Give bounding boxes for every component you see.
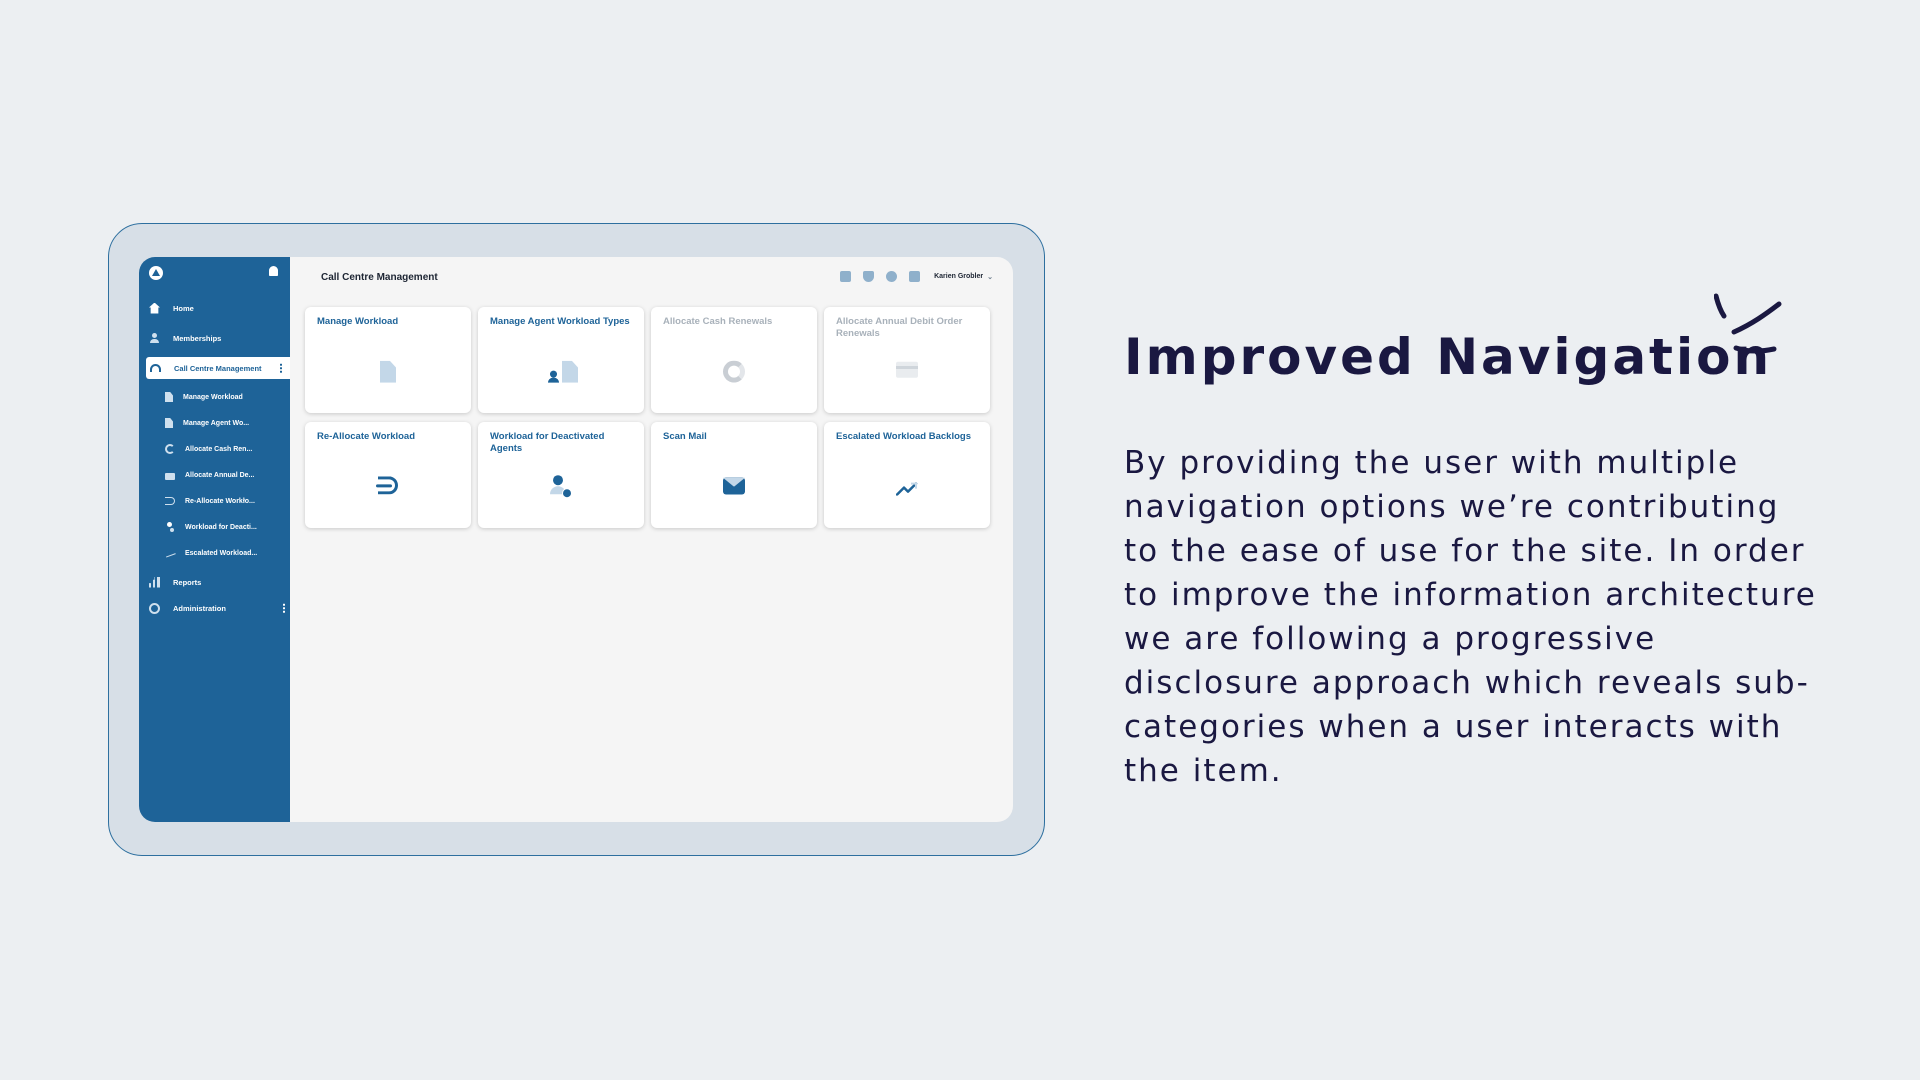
- sidebar-subitem-label: Workload for Deacti...: [185, 523, 257, 531]
- document-person-icon: [548, 360, 578, 383]
- tile-manage-workload[interactable]: Manage Workload: [305, 307, 471, 413]
- document-icon: [165, 392, 173, 402]
- tile-workload-deactivated-agents[interactable]: Workload for Deactivated Agents: [478, 422, 644, 528]
- document-icon: [380, 360, 396, 383]
- swap-icon: [165, 497, 175, 505]
- tile-scan-mail[interactable]: Scan Mail: [651, 422, 817, 528]
- ring-icon: [723, 360, 745, 383]
- bar-chart-icon: [149, 576, 160, 588]
- globe-icon[interactable]: [886, 271, 898, 282]
- scribble-accent-icon: [1714, 293, 1782, 354]
- sidebar-subitem-re-allocate-workload[interactable]: Re-Allocate Workło...: [139, 491, 290, 511]
- card-icon: [896, 362, 918, 379]
- sidebar-item-memberships[interactable]: Memberships: [139, 327, 290, 349]
- main-content: Call Centre Management Karien Grobler ⌄ …: [290, 257, 1013, 822]
- tile-label: Allocate Annual Debit Order Renewals: [836, 316, 963, 339]
- trend-icon: [896, 482, 918, 497]
- gear-icon: [149, 602, 160, 614]
- agent-icon: [165, 522, 175, 532]
- tile-allocate-cash-renewals: Allocate Cash Renewals: [651, 307, 817, 413]
- person-icon: [149, 332, 160, 344]
- sidebar-item-label: Reports: [173, 577, 202, 587]
- logo-icon[interactable]: [149, 266, 163, 280]
- sidebar-item-label: Memberships: [173, 333, 222, 343]
- user-menu[interactable]: Karien Grobler ⌄: [934, 273, 993, 281]
- sidebar-subitem-allocate-annual-debit[interactable]: Allocate Annual De...: [139, 465, 290, 485]
- sidebar-subitem-label: Allocate Cash Ren...: [185, 445, 253, 453]
- more-options-icon[interactable]: [283, 603, 285, 613]
- tile-label: Manage Agent Workload Types: [490, 316, 630, 327]
- tile-label: Allocate Cash Renewals: [663, 316, 773, 327]
- sidebar-subitem-escalated-workload[interactable]: Escalated Workload...: [139, 543, 290, 563]
- tile-allocate-annual-debit-order-renewals: Allocate Annual Debit Order Renewals: [824, 307, 990, 413]
- calendar-icon[interactable]: [909, 271, 921, 282]
- headline: Improved Navigation: [1124, 328, 1773, 386]
- document-person-icon: [165, 418, 173, 428]
- agent-icon: [550, 475, 572, 499]
- sidebar-subitem-allocate-cash-renewals[interactable]: Allocate Cash Ren...: [139, 439, 290, 459]
- user-name: Karien Grobler: [934, 273, 984, 280]
- app-screen: Home Memberships Call Centre Management …: [139, 257, 1013, 822]
- sidebar-subitem-manage-agent-workload[interactable]: Manage Agent Wo...: [139, 413, 290, 433]
- tile-label: Escalated Workload Backlogs: [836, 431, 971, 442]
- stack-icon[interactable]: [863, 271, 875, 282]
- trend-icon: [164, 548, 176, 558]
- home-icon: [149, 302, 160, 314]
- sidebar-item-label: Home: [173, 303, 194, 313]
- sidebar-item-label: Call Centre Management: [174, 363, 262, 373]
- tile-label: Manage Workload: [317, 316, 399, 327]
- bell-icon[interactable]: [269, 266, 278, 276]
- more-options-icon[interactable]: [280, 363, 282, 373]
- sidebar-item-label: Administration: [173, 603, 226, 613]
- tile-label: Workload for Deactivated Agents: [490, 431, 605, 454]
- sidebar-item-call-centre-management[interactable]: Call Centre Management: [146, 357, 290, 379]
- tile-label: Re-Allocate Workload: [317, 431, 416, 442]
- chevron-down-icon: ⌄: [987, 273, 993, 281]
- mail-icon: [723, 477, 745, 495]
- tile-label: Scan Mail: [663, 431, 707, 442]
- toolbar: Karien Grobler ⌄: [840, 271, 993, 282]
- sidebar-subitem-manage-workload[interactable]: Manage Workload: [139, 387, 290, 407]
- tile-manage-agent-workload-types[interactable]: Manage Agent Workload Types: [478, 307, 644, 413]
- sidebar-item-reports[interactable]: Reports: [139, 571, 290, 593]
- sidebar-subitem-label: Manage Workload: [183, 393, 243, 401]
- sidebar: Home Memberships Call Centre Management …: [139, 257, 290, 822]
- tile-escalated-workload-backlogs[interactable]: Escalated Workload Backlogs: [824, 422, 990, 528]
- sidebar-subitem-label: Manage Agent Wo...: [183, 419, 250, 427]
- tile-re-allocate-workload[interactable]: Re-Allocate Workload: [305, 422, 471, 528]
- sidebar-subitem-label: Re-Allocate Workło...: [185, 497, 255, 505]
- panel-icon[interactable]: [840, 271, 852, 282]
- sidebar-subitem-workload-deactivated[interactable]: Workload for Deacti...: [139, 517, 290, 537]
- tile-grid: Manage Workload Manage Agent Workload Ty…: [305, 307, 990, 528]
- sidebar-header: [139, 257, 290, 289]
- body-paragraph: By providing the user with multiple navi…: [1124, 445, 1817, 789]
- swap-icon: [376, 476, 398, 495]
- sidebar-subitem-label: Allocate Annual De...: [185, 471, 255, 479]
- page-title: Call Centre Management: [321, 272, 438, 283]
- headset-icon: [150, 364, 161, 372]
- sidebar-item-administration[interactable]: Administration: [139, 597, 290, 619]
- ring-icon: [165, 444, 175, 454]
- sidebar-item-home[interactable]: Home: [139, 297, 290, 319]
- sidebar-subitem-label: Escalated Workload...: [185, 549, 258, 557]
- card-icon: [165, 472, 175, 480]
